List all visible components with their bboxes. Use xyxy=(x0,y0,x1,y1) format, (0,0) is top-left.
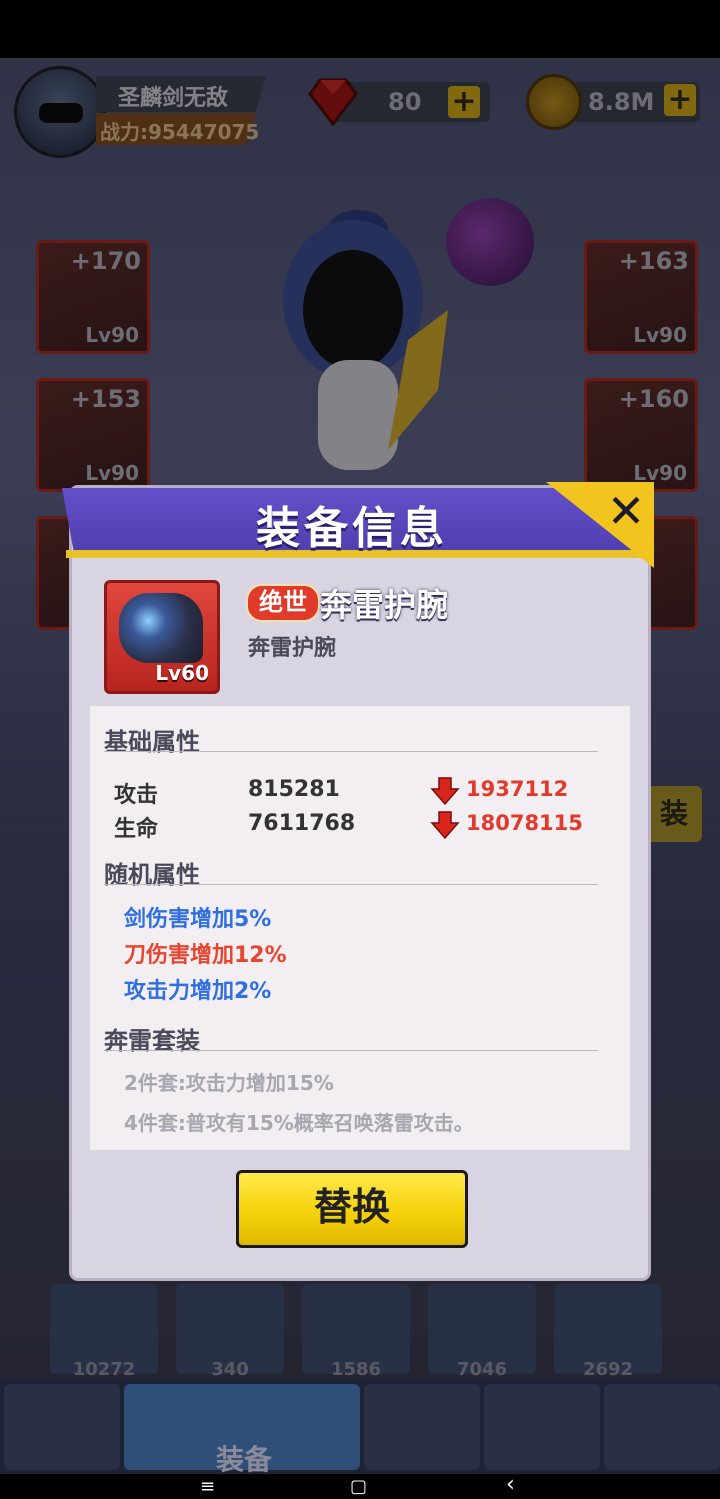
item-name: 奔雷护腕 xyxy=(320,586,449,624)
menu-icon[interactable]: ≡ xyxy=(200,1476,215,1497)
nav-hero-tab[interactable] xyxy=(4,1384,120,1470)
replace-button[interactable]: 替换 xyxy=(236,1170,468,1248)
stat-hp-value: 7611768 xyxy=(248,811,356,836)
item-level: Lv60 xyxy=(155,661,209,685)
home-icon[interactable]: ▢ xyxy=(350,1476,367,1497)
nav-guild-tab[interactable] xyxy=(604,1384,720,1470)
back-icon[interactable]: ‹ xyxy=(506,1472,515,1497)
dialog-title: 装备信息 xyxy=(256,503,448,554)
nav-skill-tab[interactable] xyxy=(364,1384,480,1470)
random-attr: 攻击力增加2% xyxy=(124,979,272,1004)
stat-attack-label: 攻击 xyxy=(114,783,159,808)
item-subname: 奔雷护腕 xyxy=(248,636,337,661)
nav-pet-tab[interactable] xyxy=(484,1384,600,1470)
decrease-arrow-icon xyxy=(430,811,460,840)
section-divider xyxy=(104,884,598,885)
decrease-arrow-icon xyxy=(430,777,460,806)
section-divider xyxy=(104,1050,598,1051)
stat-hp-label: 生命 xyxy=(114,817,159,842)
nav-equipment-label: 装备 xyxy=(216,1443,273,1476)
status-bar xyxy=(0,0,720,58)
close-icon[interactable]: ✕ xyxy=(596,486,656,536)
set-bonus-2: 2件套:攻击力增加15% xyxy=(124,1071,334,1095)
stat-attack-compare: 1937112 xyxy=(466,777,569,801)
bracer-item-icon: Lv60 xyxy=(104,580,220,694)
bracer-icon xyxy=(119,593,203,663)
rarity-badge: 绝世 xyxy=(246,584,320,622)
system-nav-bar: ≡ ▢ ‹ xyxy=(0,1472,720,1499)
stat-attack-value: 815281 xyxy=(248,777,340,802)
stat-hp-compare: 18078115 xyxy=(466,811,583,835)
random-attr: 刀伤害增加12% xyxy=(124,943,287,968)
set-bonus-4: 4件套:普攻有15%概率召唤落雷攻击。 xyxy=(124,1111,474,1135)
section-divider xyxy=(104,751,598,752)
random-attr: 剑伤害增加5% xyxy=(124,907,272,932)
